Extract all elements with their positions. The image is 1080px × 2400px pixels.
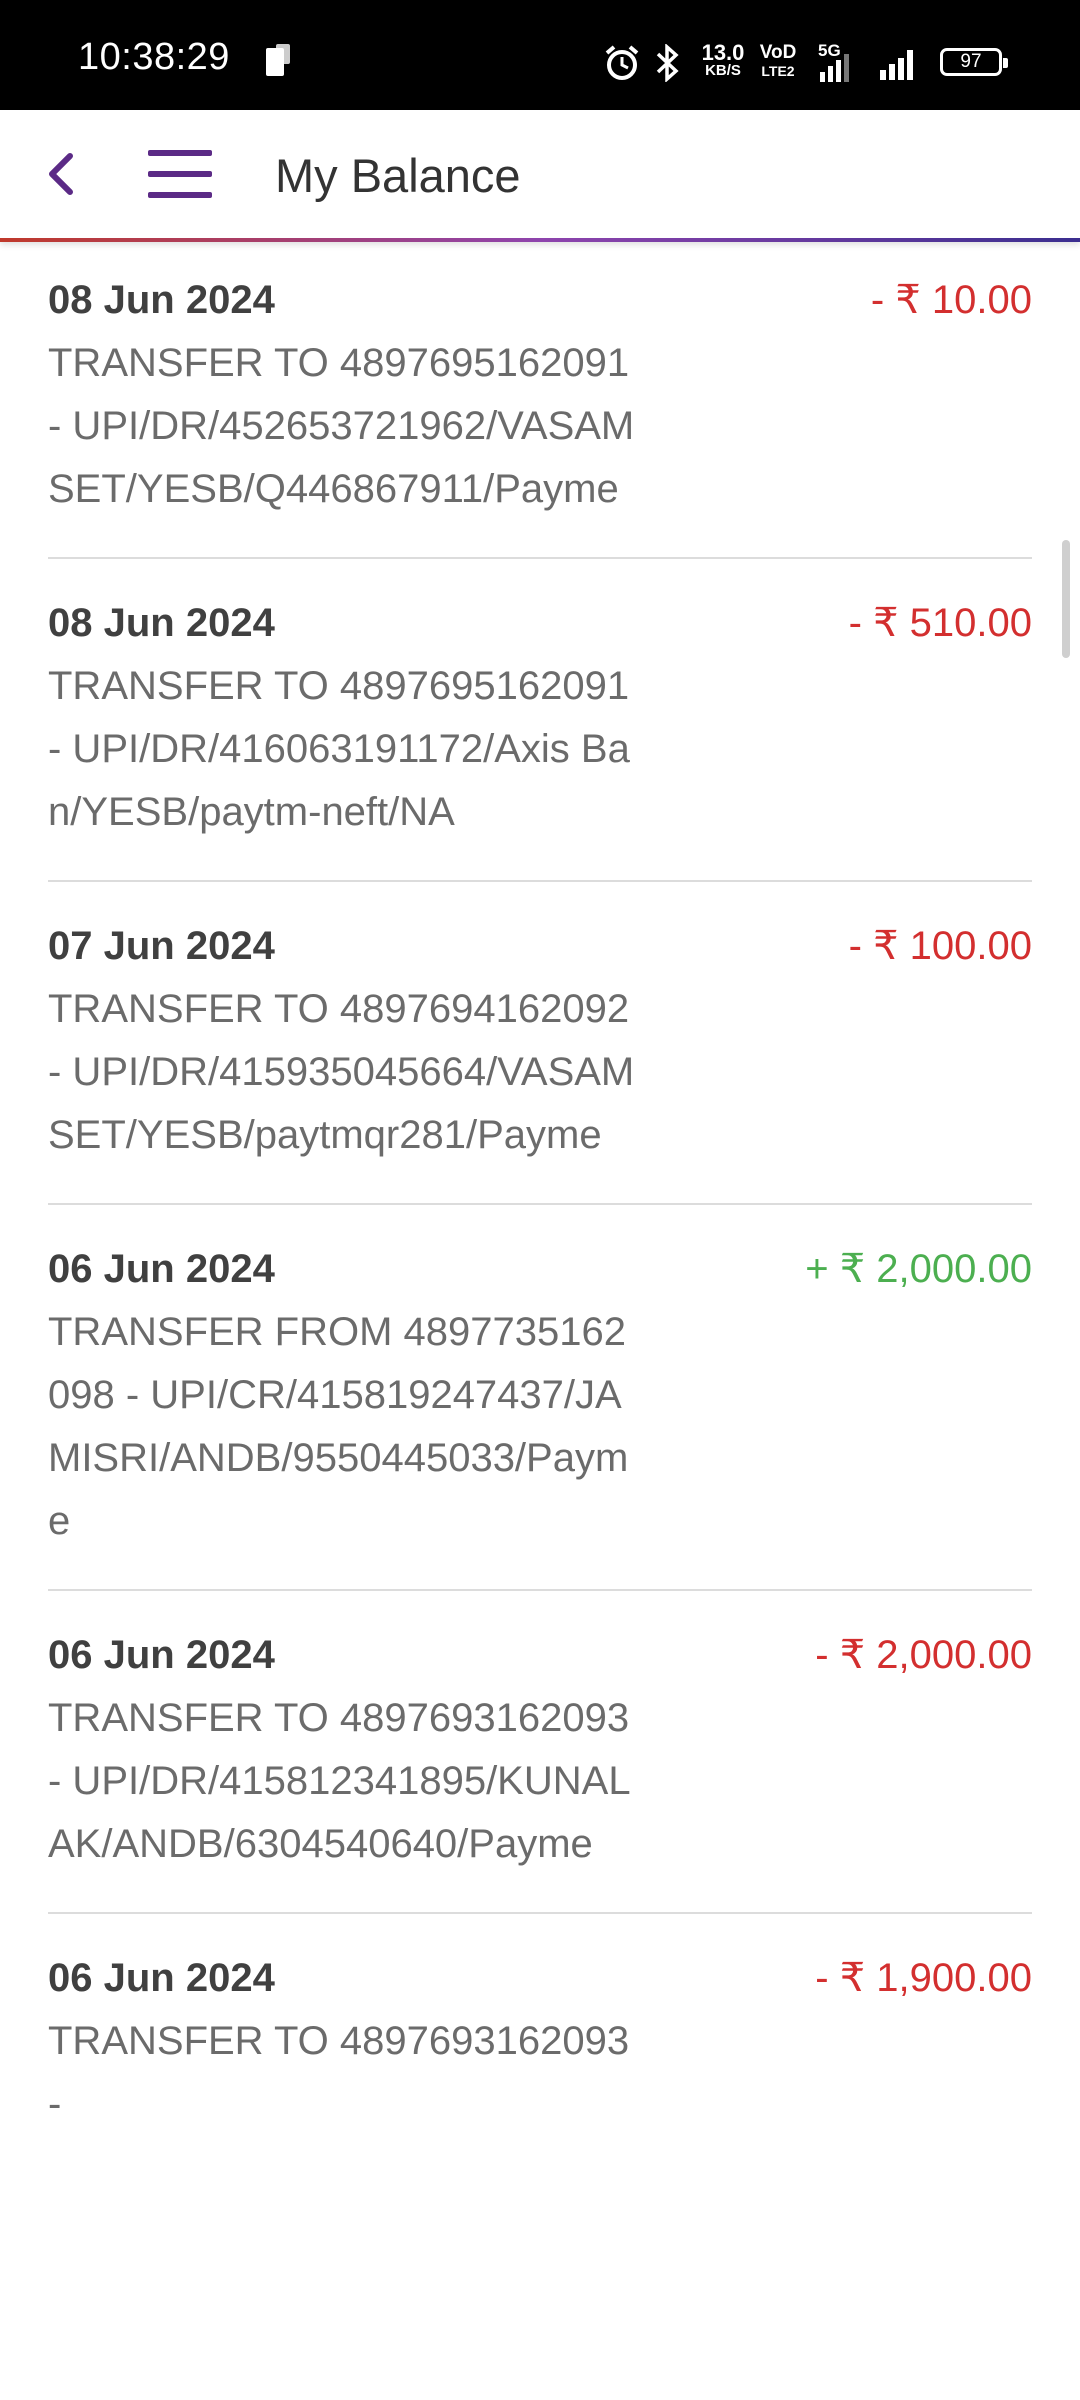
network-speed: 13.0 KB/S: [701, 40, 745, 80]
bluetooth-icon: [656, 44, 679, 82]
transaction-item[interactable]: 06 Jun 2024 TRANSFER TO 4897693162093 - …: [48, 1591, 1032, 1914]
transaction-amount: + ₹ 2,000.00: [805, 1247, 1032, 1291]
transaction-item[interactable]: 06 Jun 2024 TRANSFER TO 4897693162093 - …: [48, 1914, 1032, 2172]
hamburger-menu-icon[interactable]: [148, 150, 212, 198]
status-bar: 10:38:29 13.0 KB/S VoD LTE2 5G 97: [0, 0, 1080, 110]
transaction-amount: - ₹ 1,900.00: [815, 1956, 1032, 2000]
battery-icon: 97: [940, 48, 1008, 76]
status-time: 10:38:29: [78, 36, 230, 78]
transaction-amount: - ₹ 100.00: [848, 924, 1032, 968]
screen-mirror-icon: [266, 44, 290, 76]
transaction-item[interactable]: 06 Jun 2024 TRANSFER FROM 4897735162098 …: [48, 1205, 1032, 1591]
alarm-icon: [605, 45, 639, 80]
transaction-description: TRANSFER TO 4897694162092 - UPI/DR/41593…: [48, 987, 635, 1157]
transaction-item[interactable]: 08 Jun 2024 TRANSFER TO 4897695162091 - …: [48, 240, 1032, 559]
transaction-amount: - ₹ 2,000.00: [815, 1633, 1032, 1677]
transaction-description: TRANSFER FROM 4897735162098 - UPI/CR/415…: [48, 1310, 629, 1543]
app-bar: My Balance: [0, 110, 1080, 242]
volte-indicator: VoD LTE2: [759, 42, 797, 79]
back-arrow-icon[interactable]: [36, 146, 92, 202]
transaction-amount: - ₹ 510.00: [848, 601, 1032, 645]
transaction-item[interactable]: 08 Jun 2024 TRANSFER TO 4897695162091 - …: [48, 559, 1032, 882]
transaction-list[interactable]: 08 Jun 2024 TRANSFER TO 4897695162091 - …: [48, 240, 1032, 2172]
transaction-description: TRANSFER TO 4897695162091 - UPI/DR/41606…: [48, 664, 630, 834]
transaction-description: TRANSFER TO 4897693162093 -: [48, 2019, 630, 2126]
scrollbar-thumb[interactable]: [1062, 540, 1070, 658]
transaction-description: TRANSFER TO 4897693162093 - UPI/DR/41581…: [48, 1696, 631, 1866]
transaction-item[interactable]: 07 Jun 2024 TRANSFER TO 4897694162092 - …: [48, 882, 1032, 1205]
transaction-amount: - ₹ 10.00: [870, 278, 1032, 322]
signal-icon-sim2: [880, 50, 913, 80]
signal-icon-sim1: [820, 54, 849, 82]
transaction-description: TRANSFER TO 4897695162091 - UPI/DR/45265…: [48, 341, 635, 511]
page-title: My Balance: [275, 149, 521, 202]
